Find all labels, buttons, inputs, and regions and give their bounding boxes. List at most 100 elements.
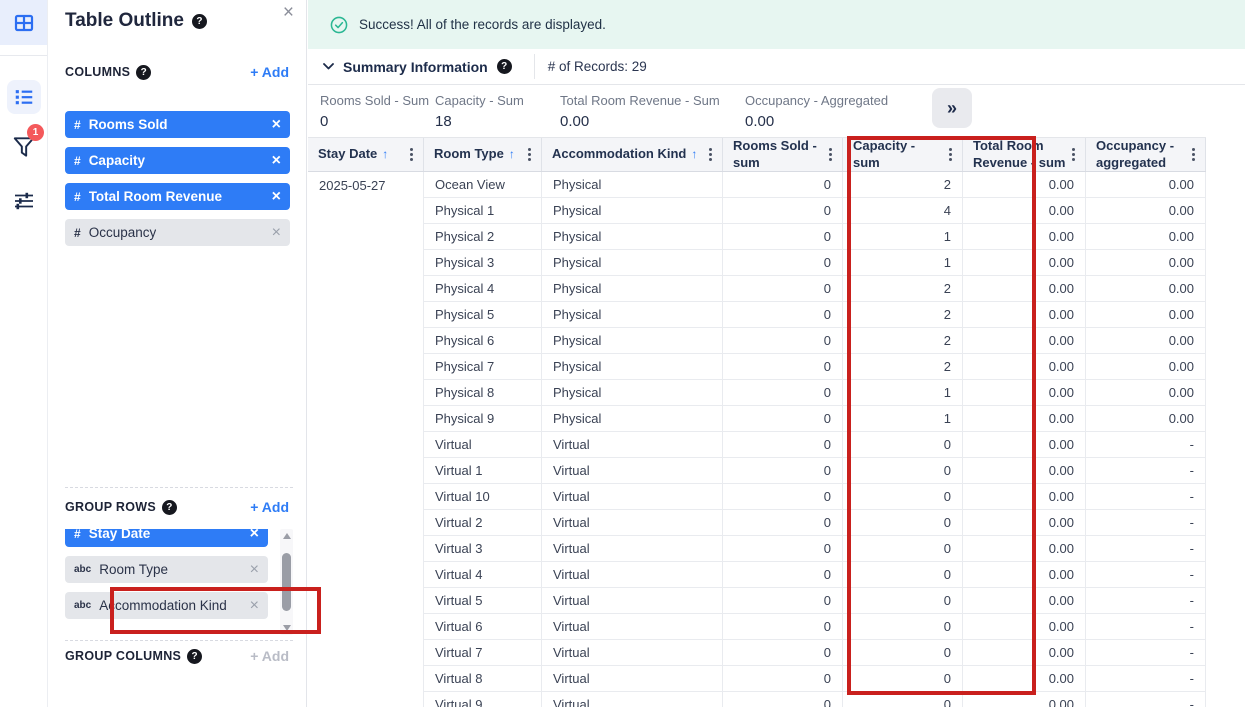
column-menu-icon[interactable] [825, 146, 836, 163]
table-row[interactable]: Virtual 10 Virtual 0 0 0.00- [308, 484, 1206, 510]
cell-capacity-sum: 2 [843, 276, 963, 302]
table-row[interactable]: Virtual 9 Virtual 0 0 0.00- [308, 692, 1206, 707]
cell-room-type: Physical 4 [424, 276, 542, 302]
field-pill-total-room-revenue[interactable]: # Total Room Revenue × [65, 183, 290, 210]
group-rows-pill-list: # Stay Date × abc Room Type × abc Accommodation… [65, 529, 268, 635]
cell-stay-date [308, 562, 424, 588]
field-pill-label: Stay Date [88, 529, 151, 541]
help-icon[interactable]: ? [191, 13, 207, 29]
field-pill-rooms-sold[interactable]: # Rooms Sold × [65, 111, 290, 138]
rail-item-table[interactable] [0, 0, 47, 45]
number-type-icon: # [74, 189, 81, 204]
table-row[interactable]: Virtual 1 Virtual 0 0 0.00- [308, 458, 1206, 484]
expand-summary-button[interactable]: » [932, 88, 972, 128]
cell-accommodation-kind: Virtual [542, 536, 723, 562]
column-menu-icon[interactable] [945, 146, 956, 163]
column-menu-icon[interactable] [1068, 146, 1079, 163]
cell-room-type: Physical 9 [424, 406, 542, 432]
table-row[interactable]: Physical 6 Physical 0 2 0.00 0.00 [308, 328, 1206, 354]
column-header-room-type[interactable]: Room Type ↑ [424, 138, 542, 171]
help-icon[interactable]: ? [187, 648, 203, 664]
table-row[interactable]: Physical 5 Physical 0 2 0.00 0.00 [308, 302, 1206, 328]
cell-accommodation-kind: Virtual [542, 614, 723, 640]
table-row[interactable]: Virtual 2 Virtual 0 0 0.00- [308, 510, 1206, 536]
table-row[interactable]: Physical 3 Physical 0 1 0.00 0.00 [308, 250, 1206, 276]
cell-total-room-revenue-sum: 0.00 [963, 510, 1086, 536]
remove-field-icon[interactable]: × [250, 529, 259, 542]
group-rows-scrollbar[interactable] [280, 529, 293, 635]
help-icon[interactable]: ? [496, 59, 512, 74]
cell-occupancy-aggregated: - [1086, 666, 1206, 692]
column-header-stay-date[interactable]: Stay Date ↑ [308, 138, 424, 171]
rail-item-settings[interactable] [7, 184, 41, 218]
cell-accommodation-kind: Physical [542, 224, 723, 250]
remove-field-icon[interactable]: × [250, 597, 259, 614]
table-row[interactable]: Virtual 3 Virtual 0 0 0.00- [308, 536, 1206, 562]
remove-field-icon[interactable]: × [272, 116, 281, 133]
column-header-capacity-sum[interactable]: Capacity - sum [843, 138, 963, 171]
table-row[interactable]: Physical 1 Physical 0 4 0.00 0.00 [308, 198, 1206, 224]
cell-stay-date [308, 224, 424, 250]
column-menu-icon[interactable] [705, 146, 716, 163]
column-header-occupancy-aggregated[interactable]: Occupancy - aggregated [1086, 138, 1206, 171]
number-type-icon: # [74, 153, 81, 168]
table-row[interactable]: Physical 7 Physical 0 2 0.00 0.00 [308, 354, 1206, 380]
cell-accommodation-kind: Physical [542, 302, 723, 328]
cell-total-room-revenue-sum: 0.00 [963, 250, 1086, 276]
summary-stats-row: » Rooms Sold - Sum 0 Capacity - Sum 18 Total… [308, 85, 1245, 137]
cell-capacity-sum: 4 [843, 198, 963, 224]
field-pill-capacity[interactable]: # Capacity × [65, 147, 290, 174]
table-row[interactable]: 2025-05-27 Ocean View Physical 0 2 0.00 0.00 [308, 172, 1206, 198]
cell-capacity-sum: 2 [843, 302, 963, 328]
cell-stay-date [308, 510, 424, 536]
panel-close-icon[interactable]: × [283, 2, 294, 24]
cell-accommodation-kind: Virtual [542, 692, 723, 707]
cell-room-type: Virtual 10 [424, 484, 542, 510]
table-row[interactable]: Virtual 4 Virtual 0 0 0.00- [308, 562, 1206, 588]
rail-item-outline[interactable] [7, 80, 41, 114]
remove-field-icon[interactable]: × [272, 152, 281, 169]
table-row[interactable]: Physical 9 Physical 0 1 0.00 0.00 [308, 406, 1206, 432]
cell-capacity-sum: 0 [843, 536, 963, 562]
table-row[interactable]: Virtual 7 Virtual 0 0 0.00- [308, 640, 1206, 666]
column-header-accommodation-kind[interactable]: Accommodation Kind ↑ [542, 138, 723, 171]
stat-label: Rooms Sold - Sum [320, 93, 430, 108]
field-pill-stay-date[interactable]: # Stay Date × [65, 529, 268, 547]
remove-field-icon[interactable]: × [272, 188, 281, 205]
column-header-label: Stay Date [318, 146, 378, 162]
help-icon[interactable]: ? [161, 499, 177, 515]
field-pill-room-type[interactable]: abc Room Type × [65, 556, 268, 583]
column-menu-icon[interactable] [1188, 146, 1199, 163]
scroll-down-icon[interactable] [282, 625, 291, 631]
group-rows-add-button[interactable]: + Add [250, 499, 289, 515]
summary-stat: Capacity - Sum 18 [435, 93, 524, 130]
field-pill-occupancy[interactable]: # Occupancy × [65, 219, 290, 246]
cell-capacity-sum: 0 [843, 432, 963, 458]
remove-field-icon[interactable]: × [250, 561, 259, 578]
table-row[interactable]: Physical 8 Physical 0 1 0.00 0.00 [308, 380, 1206, 406]
cell-occupancy-aggregated: 0.00 [1086, 380, 1206, 406]
remove-field-icon[interactable]: × [272, 224, 281, 241]
summary-stat: Occupancy - Aggregated 0.00 [745, 93, 888, 130]
cell-total-room-revenue-sum: 0.00 [963, 406, 1086, 432]
field-pill-accommodation-kind[interactable]: abc Accommodation Kind × [65, 592, 268, 619]
summary-collapse-toggle[interactable]: Summary Information ? [308, 59, 512, 75]
cell-occupancy-aggregated: 0.00 [1086, 276, 1206, 302]
table-row[interactable]: Physical 2 Physical 0 1 0.00 0.00 [308, 224, 1206, 250]
table-row[interactable]: Physical 4 Physical 0 2 0.00 0.00 [308, 276, 1206, 302]
column-menu-icon[interactable] [406, 146, 417, 163]
column-menu-icon[interactable] [524, 146, 535, 163]
main-content: Success! All of the records are displaye… [308, 0, 1245, 707]
stat-value: 0 [320, 113, 329, 130]
table-row[interactable]: Virtual 5 Virtual 0 0 0.00- [308, 588, 1206, 614]
column-header-total-room-revenue-sum[interactable]: Total Room Revenue - sum [963, 138, 1086, 171]
table-row[interactable]: Virtual 6 Virtual 0 0 0.00- [308, 614, 1206, 640]
scrollbar-thumb[interactable] [282, 553, 291, 611]
help-icon[interactable]: ? [136, 64, 152, 80]
cell-room-type: Physical 3 [424, 250, 542, 276]
table-row[interactable]: Virtual 8 Virtual 0 0 0.00- [308, 666, 1206, 692]
table-row[interactable]: Virtual Virtual 0 0 0.00- [308, 432, 1206, 458]
column-header-rooms-sold-sum[interactable]: Rooms Sold - sum [723, 138, 843, 171]
scroll-up-icon[interactable] [282, 533, 291, 539]
columns-add-button[interactable]: + Add [250, 64, 289, 80]
